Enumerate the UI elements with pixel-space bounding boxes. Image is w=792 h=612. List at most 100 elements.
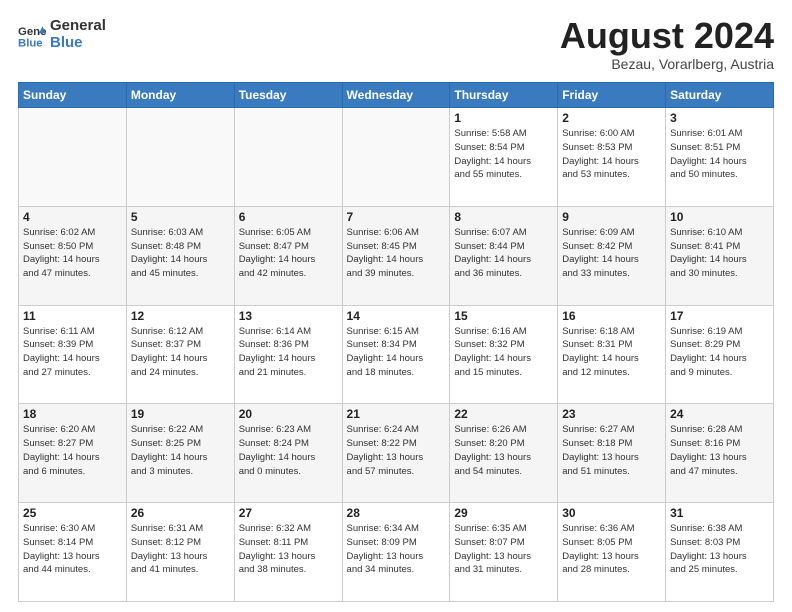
day-info: Sunrise: 6:36 AM Sunset: 8:05 PM Dayligh… bbox=[562, 522, 661, 577]
weekday-header: Sunday bbox=[19, 83, 127, 108]
calendar-cell: 11 Sunrise: 6:11 AM Sunset: 8:39 PM Dayli… bbox=[19, 305, 127, 404]
day-info: Sunrise: 6:24 AM Sunset: 8:22 PM Dayligh… bbox=[347, 423, 446, 478]
day-number: 16 bbox=[562, 309, 661, 323]
day-number: 3 bbox=[670, 111, 769, 125]
calendar-week-row: 4Sunrise: 6:02 AM Sunset: 8:50 PM Daylig… bbox=[19, 206, 774, 305]
day-info: Sunrise: 6:30 AM Sunset: 8:14 PM Dayligh… bbox=[23, 522, 122, 577]
day-number: 7 bbox=[347, 210, 446, 224]
weekday-header: Thursday bbox=[450, 83, 558, 108]
day-number: 29 bbox=[454, 506, 553, 520]
day-number: 14 bbox=[347, 309, 446, 323]
day-info: Sunrise: 6:16 AM Sunset: 8:32 PM Dayligh… bbox=[454, 325, 553, 380]
day-number: 1 bbox=[454, 111, 553, 125]
day-info: Sunrise: 6:26 AM Sunset: 8:20 PM Dayligh… bbox=[454, 423, 553, 478]
day-info: Sunrise: 6:31 AM Sunset: 8:12 PM Dayligh… bbox=[131, 522, 230, 577]
calendar-cell: 31 Sunrise: 6:38 AM Sunset: 8:03 PM Dayli… bbox=[666, 503, 774, 602]
title-block: August 2024 Bezau, Vorarlberg, Austria bbox=[560, 18, 774, 72]
day-info: Sunrise: 6:07 AM Sunset: 8:44 PM Dayligh… bbox=[454, 226, 553, 281]
day-info: Sunrise: 6:18 AM Sunset: 8:31 PM Dayligh… bbox=[562, 325, 661, 380]
day-number: 13 bbox=[239, 309, 338, 323]
calendar-cell: 25 Sunrise: 6:30 AM Sunset: 8:14 PM Dayli… bbox=[19, 503, 127, 602]
calendar-cell: 27Sunrise: 6:32 AM Sunset: 8:11 PM Dayli… bbox=[234, 503, 342, 602]
calendar-cell: 23 Sunrise: 6:27 AM Sunset: 8:18 PM Dayli… bbox=[558, 404, 666, 503]
calendar-cell: 29 Sunrise: 6:35 AM Sunset: 8:07 PM Dayli… bbox=[450, 503, 558, 602]
calendar-cell: 9 Sunrise: 6:09 AM Sunset: 8:42 PM Daylig… bbox=[558, 206, 666, 305]
calendar-cell: 13 Sunrise: 6:14 AM Sunset: 8:36 PM Dayli… bbox=[234, 305, 342, 404]
calendar-cell: 22 Sunrise: 6:26 AM Sunset: 8:20 PM Dayli… bbox=[450, 404, 558, 503]
calendar-cell: 5 Sunrise: 6:03 AM Sunset: 8:48 PM Daylig… bbox=[126, 206, 234, 305]
calendar-cell: 24 Sunrise: 6:28 AM Sunset: 8:16 PM Dayli… bbox=[666, 404, 774, 503]
day-info: Sunrise: 6:00 AM Sunset: 8:53 PM Dayligh… bbox=[562, 127, 661, 182]
weekday-header: Monday bbox=[126, 83, 234, 108]
day-info: Sunrise: 6:32 AM Sunset: 8:11 PM Dayligh… bbox=[239, 522, 338, 577]
calendar-cell: 30 Sunrise: 6:36 AM Sunset: 8:05 PM Dayli… bbox=[558, 503, 666, 602]
calendar-cell: 17Sunrise: 6:19 AM Sunset: 8:29 PM Dayli… bbox=[666, 305, 774, 404]
day-number: 4 bbox=[23, 210, 122, 224]
day-info: Sunrise: 6:38 AM Sunset: 8:03 PM Dayligh… bbox=[670, 522, 769, 577]
day-info: Sunrise: 6:23 AM Sunset: 8:24 PM Dayligh… bbox=[239, 423, 338, 478]
day-info: Sunrise: 6:27 AM Sunset: 8:18 PM Dayligh… bbox=[562, 423, 661, 478]
day-number: 20 bbox=[239, 407, 338, 421]
calendar-cell bbox=[234, 108, 342, 207]
day-info: Sunrise: 6:34 AM Sunset: 8:09 PM Dayligh… bbox=[347, 522, 446, 577]
day-info: Sunrise: 6:22 AM Sunset: 8:25 PM Dayligh… bbox=[131, 423, 230, 478]
calendar-cell bbox=[19, 108, 127, 207]
day-number: 10 bbox=[670, 210, 769, 224]
calendar-cell: 26 Sunrise: 6:31 AM Sunset: 8:12 PM Dayli… bbox=[126, 503, 234, 602]
day-info: Sunrise: 6:19 AM Sunset: 8:29 PM Dayligh… bbox=[670, 325, 769, 380]
day-number: 22 bbox=[454, 407, 553, 421]
day-info: Sunrise: 6:28 AM Sunset: 8:16 PM Dayligh… bbox=[670, 423, 769, 478]
calendar-cell: 2 Sunrise: 6:00 AM Sunset: 8:53 PM Daylig… bbox=[558, 108, 666, 207]
calendar-cell: 3Sunrise: 6:01 AM Sunset: 8:51 PM Daylig… bbox=[666, 108, 774, 207]
day-number: 23 bbox=[562, 407, 661, 421]
day-number: 6 bbox=[239, 210, 338, 224]
day-info: Sunrise: 6:11 AM Sunset: 8:39 PM Dayligh… bbox=[23, 325, 122, 380]
weekday-header: Wednesday bbox=[342, 83, 450, 108]
day-number: 11 bbox=[23, 309, 122, 323]
day-number: 30 bbox=[562, 506, 661, 520]
day-info: Sunrise: 6:10 AM Sunset: 8:41 PM Dayligh… bbox=[670, 226, 769, 281]
day-info: Sunrise: 6:09 AM Sunset: 8:42 PM Dayligh… bbox=[562, 226, 661, 281]
day-info: Sunrise: 6:15 AM Sunset: 8:34 PM Dayligh… bbox=[347, 325, 446, 380]
day-number: 9 bbox=[562, 210, 661, 224]
day-number: 5 bbox=[131, 210, 230, 224]
day-number: 24 bbox=[670, 407, 769, 421]
calendar-header-row: SundayMondayTuesdayWednesdayThursdayFrid… bbox=[19, 83, 774, 108]
calendar-week-row: 25 Sunrise: 6:30 AM Sunset: 8:14 PM Dayli… bbox=[19, 503, 774, 602]
day-number: 31 bbox=[670, 506, 769, 520]
calendar-cell bbox=[342, 108, 450, 207]
logo-icon: General Blue bbox=[18, 21, 46, 49]
svg-text:Blue: Blue bbox=[18, 37, 43, 49]
day-number: 12 bbox=[131, 309, 230, 323]
calendar-cell: 16 Sunrise: 6:18 AM Sunset: 8:31 PM Dayli… bbox=[558, 305, 666, 404]
calendar-week-row: 1 Sunrise: 5:58 AM Sunset: 8:54 PM Daylig… bbox=[19, 108, 774, 207]
header: General Blue General Blue August 2024 Be… bbox=[18, 18, 774, 72]
calendar-cell: 12 Sunrise: 6:12 AM Sunset: 8:37 PM Dayli… bbox=[126, 305, 234, 404]
day-number: 2 bbox=[562, 111, 661, 125]
day-info: Sunrise: 6:35 AM Sunset: 8:07 PM Dayligh… bbox=[454, 522, 553, 577]
weekday-header: Tuesday bbox=[234, 83, 342, 108]
day-number: 26 bbox=[131, 506, 230, 520]
logo-text: General Blue bbox=[50, 18, 106, 51]
page: General Blue General Blue August 2024 Be… bbox=[0, 0, 792, 612]
calendar-week-row: 18Sunrise: 6:20 AM Sunset: 8:27 PM Dayli… bbox=[19, 404, 774, 503]
day-number: 25 bbox=[23, 506, 122, 520]
main-title: August 2024 bbox=[560, 18, 774, 54]
subtitle: Bezau, Vorarlberg, Austria bbox=[560, 56, 774, 72]
day-number: 28 bbox=[347, 506, 446, 520]
calendar-cell: 14 Sunrise: 6:15 AM Sunset: 8:34 PM Dayli… bbox=[342, 305, 450, 404]
day-info: Sunrise: 6:12 AM Sunset: 8:37 PM Dayligh… bbox=[131, 325, 230, 380]
day-number: 19 bbox=[131, 407, 230, 421]
calendar-table: SundayMondayTuesdayWednesdayThursdayFrid… bbox=[18, 82, 774, 602]
day-info: Sunrise: 6:05 AM Sunset: 8:47 PM Dayligh… bbox=[239, 226, 338, 281]
calendar-cell: 15Sunrise: 6:16 AM Sunset: 8:32 PM Dayli… bbox=[450, 305, 558, 404]
calendar-cell bbox=[126, 108, 234, 207]
day-info: Sunrise: 6:03 AM Sunset: 8:48 PM Dayligh… bbox=[131, 226, 230, 281]
calendar-cell: 1 Sunrise: 5:58 AM Sunset: 8:54 PM Daylig… bbox=[450, 108, 558, 207]
day-info: Sunrise: 6:06 AM Sunset: 8:45 PM Dayligh… bbox=[347, 226, 446, 281]
calendar-cell: 20 Sunrise: 6:23 AM Sunset: 8:24 PM Dayli… bbox=[234, 404, 342, 503]
calendar-cell: 10 Sunrise: 6:10 AM Sunset: 8:41 PM Dayli… bbox=[666, 206, 774, 305]
day-info: Sunrise: 6:14 AM Sunset: 8:36 PM Dayligh… bbox=[239, 325, 338, 380]
day-info: Sunrise: 5:58 AM Sunset: 8:54 PM Dayligh… bbox=[454, 127, 553, 182]
calendar-cell: 19 Sunrise: 6:22 AM Sunset: 8:25 PM Dayli… bbox=[126, 404, 234, 503]
